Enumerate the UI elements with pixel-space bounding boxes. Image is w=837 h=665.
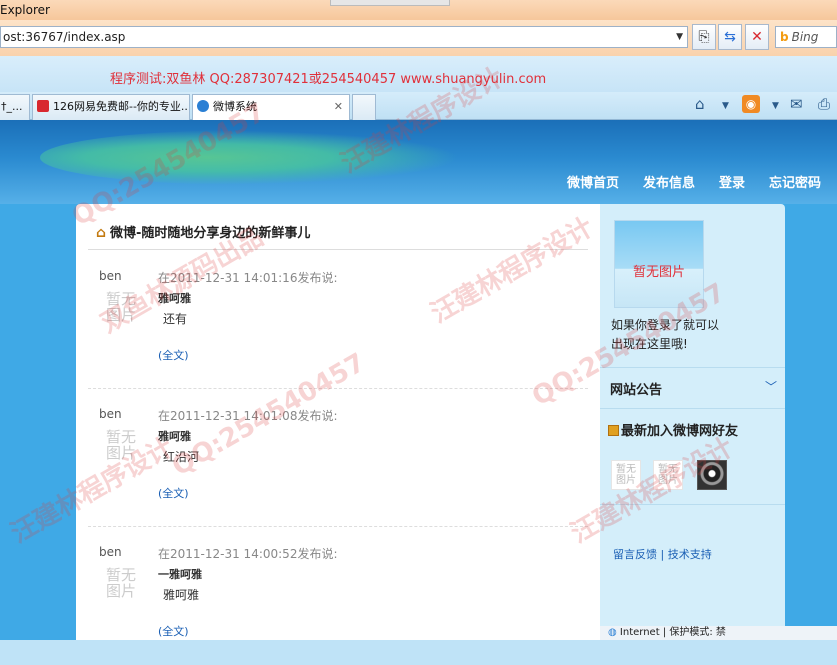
feedback-link[interactable]: 留言反馈	[613, 548, 657, 561]
mail-icon	[37, 100, 49, 112]
main-heading: ⌂ 微博-随时随地分享身边的新鲜事儿	[96, 222, 310, 241]
status-text: Internet | 保护模式: 禁	[619, 627, 726, 638]
address-input[interactable]: ost:36767/index.asp ▼	[0, 26, 688, 48]
refresh-icon[interactable]: ⇆	[718, 24, 742, 50]
tab-3-label: 微博系统	[213, 100, 257, 113]
tab-2[interactable]: 126网易免费邮--你的专业...	[32, 94, 190, 120]
post-time: 在2011-12-31 14:00:52发布说:	[158, 547, 338, 561]
window-title: Explorer	[0, 3, 50, 17]
post-user[interactable]: ben	[99, 407, 122, 421]
address-toolbar: ost:36767/index.asp ▼ ⎘ ⇆ ✕ b Bing	[0, 20, 837, 56]
search-placeholder: Bing	[791, 30, 819, 44]
friends-header: 最新加入微博网好友	[600, 408, 785, 446]
support-link[interactable]: 技术支持	[668, 548, 712, 561]
globe-icon: ◍	[608, 627, 617, 638]
post-more-link[interactable]: (全文)	[158, 623, 189, 639]
status-bar: ◍ Internet | 保护模式: 禁	[600, 626, 837, 640]
login-hint-line-2: 出现在这里哦!	[611, 337, 688, 351]
bing-logo-icon: b	[780, 30, 789, 44]
compatibility-view-icon[interactable]: ⎘	[692, 24, 716, 50]
post-avatar: 暂无图片	[105, 290, 136, 324]
tab-1-label: †_...	[1, 100, 23, 113]
post-title: 一雅呵雅	[158, 568, 202, 581]
link-separator: |	[660, 548, 665, 561]
read-mail-icon[interactable]: ✉	[790, 95, 803, 113]
post-user[interactable]: ben	[99, 269, 122, 283]
friend-avatar[interactable]: 暂无图片	[611, 460, 641, 490]
banner-decoration	[40, 130, 460, 185]
tab-close-icon[interactable]: ✕	[334, 95, 343, 119]
sidebar-divider	[600, 504, 785, 505]
ie-icon	[197, 100, 209, 112]
tab-3[interactable]: 微博系统 ✕	[192, 94, 350, 120]
nav-login[interactable]: 登录	[719, 172, 745, 191]
new-tab-button[interactable]	[352, 94, 376, 120]
nav-publish[interactable]: 发布信息	[643, 172, 695, 191]
main-nav: 微博首页 发布信息 登录 忘记密码	[567, 172, 821, 191]
home-small-icon: ⌂	[96, 225, 107, 241]
nav-home[interactable]: 微博首页	[567, 172, 619, 191]
rss-icon[interactable]: ◉	[742, 95, 760, 113]
no-image-label: 暂无图片	[632, 265, 685, 280]
friends-label: 最新加入微博网好友	[608, 420, 738, 439]
address-text: ost:36767/index.asp	[3, 30, 126, 44]
main-content: ⌂ 微博-随时随地分享身边的新鲜事儿 ben 暂无图片 在2011-12-31 1…	[76, 204, 600, 640]
gift-icon	[608, 425, 619, 436]
stop-icon[interactable]: ✕	[745, 24, 769, 50]
post-item: ben 暂无图片 在2011-12-31 14:01:16发布说: 雅呵雅 还有…	[88, 251, 588, 389]
notice-header[interactable]: 网站公告 ﹀	[600, 367, 785, 405]
main-heading-text: 微博-随时随地分享身边的新鲜事儿	[110, 226, 311, 241]
post-item: ben 暂无图片 在2011-12-31 14:00:52发布说: 一雅呵雅 雅…	[88, 527, 588, 665]
post-time: 在2011-12-31 14:01:16发布说:	[158, 271, 338, 285]
login-hint-line-1: 如果你登录了就可以	[611, 318, 720, 332]
rss-dropdown-icon[interactable]: ▼	[772, 101, 779, 111]
nav-forgot-password[interactable]: 忘记密码	[769, 172, 821, 191]
home-icon[interactable]: ⌂	[695, 95, 705, 113]
notice-label: 网站公告	[610, 383, 663, 398]
post-body: 雅呵雅	[163, 588, 200, 602]
post-title: 雅呵雅	[158, 430, 191, 443]
post-time: 在2011-12-31 14:01:08发布说:	[158, 409, 338, 423]
post-more-link[interactable]: (全文)	[158, 485, 189, 501]
friends-label-text: 最新加入微博网好友	[621, 424, 739, 439]
friend-avatar-photo[interactable]	[697, 460, 727, 490]
window-titlebar: Explorer	[0, 0, 837, 20]
post-avatar: 暂无图片	[105, 566, 136, 600]
heading-divider	[88, 249, 588, 250]
print-icon[interactable]: ⎙	[818, 95, 830, 113]
tab-1[interactable]: †_...	[0, 94, 30, 120]
tab-bar: †_... 126网易免费邮--你的专业... 微博系统 ✕	[0, 92, 837, 120]
promo-text: 程序测试:双鱼林 QQ:287307421或254540457 www.shua…	[110, 72, 547, 87]
post-more-link[interactable]: (全文)	[158, 347, 189, 363]
post-body: 红沿河	[163, 450, 200, 464]
post-title: 雅呵雅	[158, 292, 191, 305]
chevron-down-icon[interactable]: ﹀	[765, 378, 777, 395]
login-hint: 如果你登录了就可以 出现在这里哦!	[611, 316, 719, 354]
sidebar: 暂无图片 如果你登录了就可以 出现在这里哦! 网站公告 ﹀ 最新加入微博网好友 …	[600, 204, 785, 640]
sidebar-links: 留言反馈 | 技术支持	[613, 546, 712, 562]
post-avatar: 暂无图片	[105, 428, 136, 462]
search-input[interactable]: b Bing	[775, 26, 837, 48]
post-body: 还有	[163, 312, 188, 326]
site-banner	[0, 120, 837, 204]
user-avatar-placeholder: 暂无图片	[614, 220, 704, 308]
tab-2-label: 126网易免费邮--你的专业...	[53, 100, 190, 113]
post-item: ben 暂无图片 在2011-12-31 14:01:08发布说: 雅呵雅 红沿…	[88, 389, 588, 527]
friend-avatar[interactable]: 暂无图片	[653, 460, 683, 490]
address-dropdown-icon[interactable]: ▼	[676, 27, 683, 47]
home-dropdown-icon[interactable]: ▼	[722, 101, 729, 111]
post-user[interactable]: ben	[99, 545, 122, 559]
titlebar-glass	[330, 0, 450, 6]
